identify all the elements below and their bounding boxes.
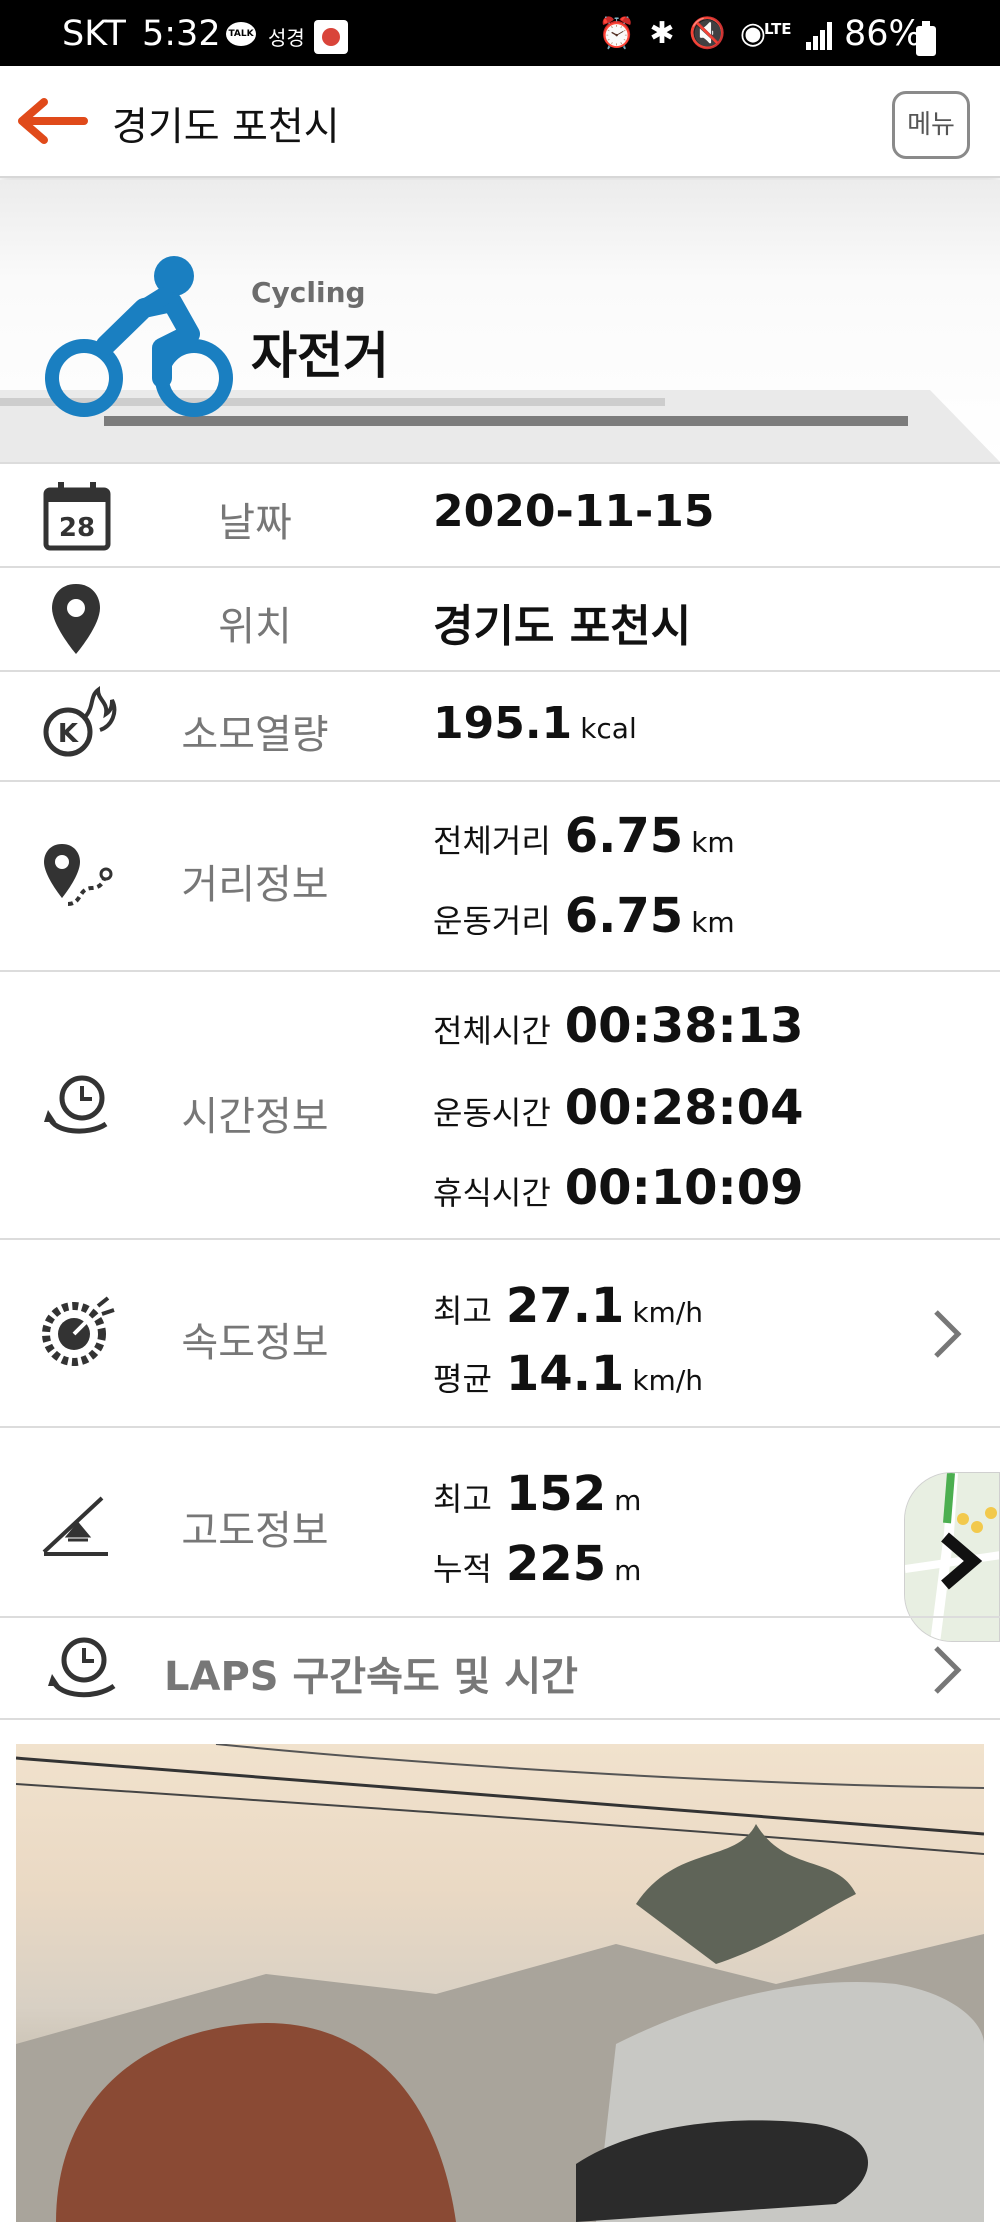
time-row: 시간정보 전체시간 00:38:13 운동시간 00:28:04 휴식시간 00:10…: [0, 970, 1000, 1238]
cum-altitude-key: 누적: [433, 1550, 492, 1588]
moving-distance-value: 6.75: [564, 888, 684, 944]
carrier-label: SKT: [62, 14, 126, 54]
calendar-icon: 28: [43, 482, 111, 551]
cum-altitude-line: 누적 225 m: [433, 1536, 641, 1592]
distance-label: 거리정보: [181, 862, 329, 908]
status-bar: SKT 5:32 TALK 성경 ⏰✱🔇◉ LTE 86%: [0, 0, 1000, 66]
app-notification-icon: [314, 20, 348, 54]
altitude-row: 고도정보 최고 152 m 누적 225 m: [0, 1426, 1000, 1642]
altitude-slope-icon: [42, 1496, 108, 1556]
total-distance-value: 6.75: [564, 808, 684, 864]
activity-title: 자전거: [251, 327, 389, 385]
total-distance-key: 전체거리: [433, 822, 551, 860]
avg-speed-unit: km/h: [632, 1364, 703, 1397]
back-arrow-icon[interactable]: [18, 96, 88, 146]
max-speed-key: 최고: [433, 1292, 492, 1330]
clock-cycle-icon: [44, 1075, 108, 1134]
chevron-right-icon[interactable]: [932, 1308, 962, 1360]
page-title: 경기도 포천시: [112, 105, 340, 150]
date-value: 2020-11-15: [433, 486, 715, 537]
laps-clock-icon: [48, 1637, 116, 1698]
speed-label: 속도정보: [181, 1320, 329, 1366]
cum-altitude-value: 225: [505, 1536, 607, 1592]
avg-speed-value: 14.1: [505, 1346, 625, 1402]
location-value: 경기도 포천시: [433, 601, 692, 652]
notification-text: 성경: [268, 26, 305, 50]
date-row: 28 날짜 2020-11-15: [0, 462, 1000, 566]
max-speed-line: 최고 27.1 km/h: [433, 1278, 703, 1334]
calories-value-line: 195.1 kcal: [433, 698, 637, 749]
chevron-right-icon[interactable]: [932, 1644, 962, 1696]
moving-distance-key: 운동거리: [433, 902, 551, 940]
kakaotalk-notification-icon: TALK: [226, 22, 256, 46]
status-icons: ⏰✱🔇◉: [598, 16, 781, 51]
moving-distance-unit: km: [691, 906, 735, 939]
activity-subtitle: Cycling: [251, 276, 366, 309]
menu-button[interactable]: 메뉴: [892, 91, 970, 159]
activity-banner: Cycling 자전거: [0, 180, 1000, 462]
rest-time-key: 휴식시간: [433, 1174, 551, 1212]
date-label: 날짜: [218, 500, 292, 546]
total-time-line: 전체시간 00:38:13: [433, 998, 804, 1054]
location-row: 위치 경기도 포천시: [0, 566, 1000, 670]
clock-time: 5:32: [142, 14, 221, 54]
rest-time-value: 00:10:09: [564, 1160, 804, 1216]
calories-value: 195.1: [433, 698, 573, 749]
moving-time-line: 운동시간 00:28:04: [433, 1080, 804, 1136]
max-altitude-key: 최고: [433, 1480, 492, 1518]
laps-label: LAPS 구간속도 및 시간: [164, 1654, 578, 1700]
avg-speed-line: 평균 14.1 km/h: [433, 1346, 703, 1402]
total-time-key: 전체시간: [433, 1012, 551, 1050]
rest-time-line: 휴식시간 00:10:09: [433, 1160, 804, 1216]
battery-icon: [916, 21, 936, 56]
calorie-flame-icon: K: [43, 686, 117, 757]
moving-time-key: 운동시간: [433, 1094, 551, 1132]
cycling-icon: [45, 256, 233, 417]
cum-altitude-unit: m: [614, 1554, 642, 1587]
calories-unit: kcal: [580, 712, 637, 745]
speed-row[interactable]: 속도정보 최고 27.1 km/h 평균 14.1 km/h: [0, 1238, 1000, 1426]
max-altitude-value: 152: [505, 1466, 607, 1522]
route-pin-icon: [44, 844, 113, 906]
signal-icon: [806, 22, 834, 50]
max-altitude-line: 최고 152 m: [433, 1466, 641, 1522]
max-altitude-unit: m: [614, 1484, 642, 1517]
moving-time-value: 00:28:04: [564, 1080, 804, 1136]
moving-distance-line: 운동거리 6.75 km: [433, 888, 735, 944]
total-time-value: 00:38:13: [564, 998, 804, 1054]
calories-row: K 소모열량 195.1 kcal: [0, 670, 1000, 780]
app-header: 경기도 포천시 메뉴: [0, 66, 1000, 178]
distance-row: 거리정보 전체거리 6.75 km 운동거리 6.75 km: [0, 780, 1000, 970]
total-distance-unit: km: [691, 826, 735, 859]
calories-label: 소모열량: [181, 712, 329, 758]
altitude-label: 고도정보: [181, 1508, 329, 1554]
max-speed-unit: km/h: [632, 1296, 703, 1329]
time-label: 시간정보: [181, 1094, 329, 1140]
speedometer-icon: [42, 1296, 115, 1366]
location-label: 위치: [218, 604, 292, 650]
svg-text:K: K: [58, 719, 79, 749]
calendar-day-number: 28: [59, 513, 95, 543]
activity-photo[interactable]: [16, 1744, 984, 2222]
total-distance-line: 전체거리 6.75 km: [433, 808, 735, 864]
battery-percent: 86%: [844, 14, 922, 54]
activity-photo-image: [16, 1744, 984, 2222]
lte-icon: LTE: [764, 20, 792, 38]
avg-speed-key: 평균: [433, 1360, 492, 1398]
location-pin-icon: [52, 584, 100, 654]
max-speed-value: 27.1: [505, 1278, 625, 1334]
laps-row[interactable]: LAPS 구간속도 및 시간: [0, 1616, 1000, 1720]
